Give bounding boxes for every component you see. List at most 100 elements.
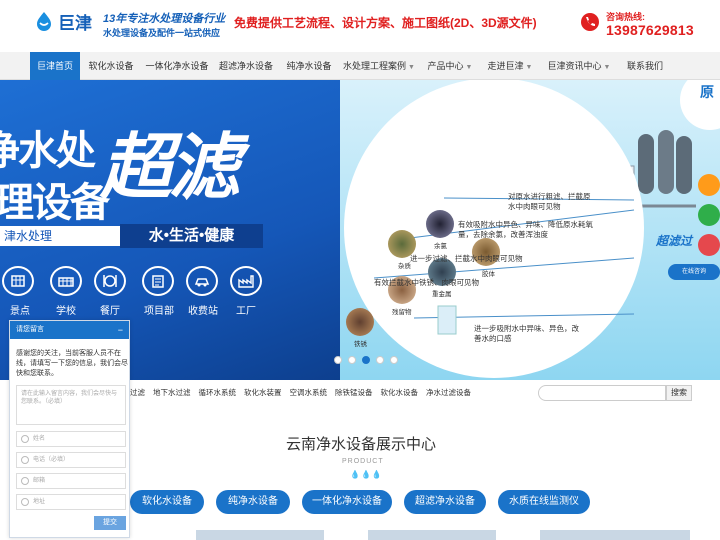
- logo-drop-icon: [37, 12, 51, 31]
- keyword-tag[interactable]: 软化水装置: [244, 387, 282, 398]
- toll-icon: [186, 266, 218, 296]
- category-softener[interactable]: 软化水设备: [130, 490, 204, 514]
- chat-title: 请您留言: [16, 326, 44, 333]
- chat-address-field[interactable]: 地址: [16, 494, 126, 510]
- page: 巨津 13年专注水处理设备行业 水处理设备及配件一站式供应 免费提供工艺流程、设…: [0, 0, 720, 540]
- chat-submit-button[interactable]: 提交: [94, 516, 126, 530]
- filter-desc-5: 进一步吸附水中异味、异色，改善水的口感: [474, 324, 579, 343]
- hotline[interactable]: 咨询热线: 13987629813: [580, 10, 714, 42]
- search-input[interactable]: [538, 385, 666, 401]
- keyword-tag[interactable]: 过滤: [130, 387, 145, 398]
- factory-icon: [230, 266, 262, 296]
- nav-item-products[interactable]: 产品中心 ▼: [424, 52, 476, 80]
- slider-dot[interactable]: [376, 356, 384, 364]
- product-thumb[interactable]: [368, 530, 496, 540]
- school-icon: [50, 266, 82, 296]
- slider-dot[interactable]: [390, 356, 398, 364]
- project-label: 项目部: [144, 306, 174, 317]
- chat-phone-placeholder: 电话（必填）: [33, 457, 70, 463]
- search-button[interactable]: 搜索: [666, 385, 692, 401]
- chevron-down-icon: ▼: [465, 64, 473, 71]
- nav-item-integrated[interactable]: 一体化净水设备: [142, 52, 212, 80]
- banner-corner-text: 原: [700, 84, 714, 100]
- category-ultrafilter[interactable]: 超滤净水设备: [404, 490, 486, 514]
- residue-label: 残留物: [392, 309, 412, 316]
- slider-dot[interactable]: [362, 356, 370, 364]
- chat-name-field[interactable]: 姓名: [16, 431, 126, 447]
- filter-desc-1: 对原水进行粗滤、拦截原水中肉眼可见物: [508, 192, 591, 211]
- hotline-number: 13987629813: [606, 22, 694, 38]
- nav-item-news-label: 巨津资讯中心: [547, 61, 602, 71]
- location-icon: [21, 498, 29, 506]
- category-monitor[interactable]: 水质在线监测仪: [498, 490, 590, 514]
- filter-desc-2: 有效吸附水中异色、异味、降低原水耗氧量，去除余氯，改善浑浊度: [458, 220, 593, 239]
- nav-item-contact[interactable]: 联系我们: [622, 52, 668, 80]
- nav-item-about[interactable]: 走进巨津 ▼: [484, 52, 536, 80]
- keyword-tag[interactable]: 软化水设备: [381, 387, 419, 398]
- user-icon: [21, 435, 29, 443]
- nav-item-ultrafilter[interactable]: 超滤净水设备: [216, 52, 276, 80]
- slogan-line-2: 水处理设备及配件一站式供应: [103, 28, 221, 38]
- nav-item-purified[interactable]: 纯净水设备: [282, 52, 336, 80]
- restaurant-label: 餐厅: [100, 306, 120, 317]
- product-thumb[interactable]: [196, 530, 324, 540]
- section-title: 云南净水设备展示中心: [286, 436, 437, 453]
- banner-title-line-1: 净水处: [0, 129, 96, 173]
- category-purified[interactable]: 纯净水设备: [216, 490, 290, 514]
- filter-desc-4: 有效拦截水中铁锈、肉眼可见物: [374, 278, 479, 287]
- nav-item-news[interactable]: 巨津资讯中心 ▼: [546, 52, 612, 80]
- banner-main-title: 超滤: [100, 128, 240, 208]
- chat-name-placeholder: 姓名: [33, 436, 46, 442]
- chat-phone-field[interactable]: 电话（必填）: [16, 452, 126, 468]
- rust-label: 铁锈: [354, 341, 367, 348]
- product-thumb[interactable]: [540, 530, 690, 540]
- colloid-label: 胶体: [482, 271, 495, 278]
- school-label: 学校: [56, 306, 76, 317]
- chat-address-placeholder: 地址: [33, 499, 46, 505]
- scenic-label: 景点: [10, 306, 30, 317]
- nav-item-cases-label: 水处理工程案例: [343, 61, 407, 71]
- keyword-tag[interactable]: 循环水系统: [199, 387, 237, 398]
- logo-text: 巨津: [58, 13, 92, 33]
- slogan-line-1: 13年专注水处理设备行业: [103, 13, 226, 25]
- banner-sub-left: 津水处理: [4, 229, 53, 243]
- chat-message-input[interactable]: 请在此输入留言内容，我们会尽快与您联系。（必填）: [16, 385, 126, 425]
- nav-item-cases[interactable]: 水处理工程案例 ▼: [340, 52, 418, 80]
- nav-item-softener[interactable]: 软化水设备: [84, 52, 138, 80]
- chat-email-field[interactable]: 邮箱: [16, 473, 126, 489]
- phone-float-icon[interactable]: [698, 234, 720, 256]
- banner-right-tag: 超滤过: [656, 234, 693, 248]
- minimize-icon[interactable]: −: [118, 321, 123, 339]
- heavy-metal-label: 重金属: [432, 291, 452, 298]
- site-header: 巨津 13年专注水处理设备行业 水处理设备及配件一站式供应 免费提供工艺流程、设…: [0, 0, 720, 52]
- main-nav: 巨津首页 软化水设备 一体化净水设备 超滤净水设备 纯净水设备 水处理工程案例 ▼…: [0, 52, 720, 80]
- chlorine-label: 余氯: [434, 243, 447, 250]
- chevron-down-icon: ▼: [408, 64, 415, 71]
- slider-dot[interactable]: [348, 356, 356, 364]
- chat-email-placeholder: 邮箱: [33, 478, 46, 484]
- toll-label: 收费站: [188, 306, 218, 317]
- keyword-tag[interactable]: 地下水过滤: [153, 387, 191, 398]
- qq-icon[interactable]: [698, 204, 720, 226]
- keyword-tag[interactable]: 除铁锰设备: [335, 387, 373, 398]
- water-drops-icon: 💧💧💧: [350, 470, 383, 479]
- phone-icon: [581, 13, 599, 31]
- nav-item-home[interactable]: 巨津首页: [30, 52, 80, 80]
- keyword-tag[interactable]: 净水过滤设备: [426, 387, 471, 398]
- banner-sub-right: 水•生活•健康: [120, 224, 263, 248]
- factory-label: 工厂: [236, 306, 256, 317]
- keyword-tag[interactable]: 空调水系统: [290, 387, 328, 398]
- promo-text: 免费提供工艺流程、设计方案、施工图纸(2D、3D源文件): [234, 16, 537, 30]
- restaurant-icon: [94, 266, 126, 296]
- keyword-tags: 过滤 地下水过滤 循环水系统 软化水装置 空调水系统 除铁锰设备 软化水设备 净…: [130, 387, 471, 398]
- slider-dots: [334, 356, 398, 364]
- project-icon: [142, 266, 174, 296]
- category-integrated[interactable]: 一体化净水设备: [302, 490, 392, 514]
- rust-image: [346, 308, 374, 336]
- online-consult-badge[interactable]: 在线咨询: [668, 264, 720, 280]
- banner-title-line-2: 理设备: [0, 181, 110, 225]
- scenic-icon: [2, 266, 34, 296]
- logo[interactable]: 巨津: [34, 10, 94, 33]
- slider-dot[interactable]: [334, 356, 342, 364]
- wechat-icon[interactable]: [698, 174, 720, 196]
